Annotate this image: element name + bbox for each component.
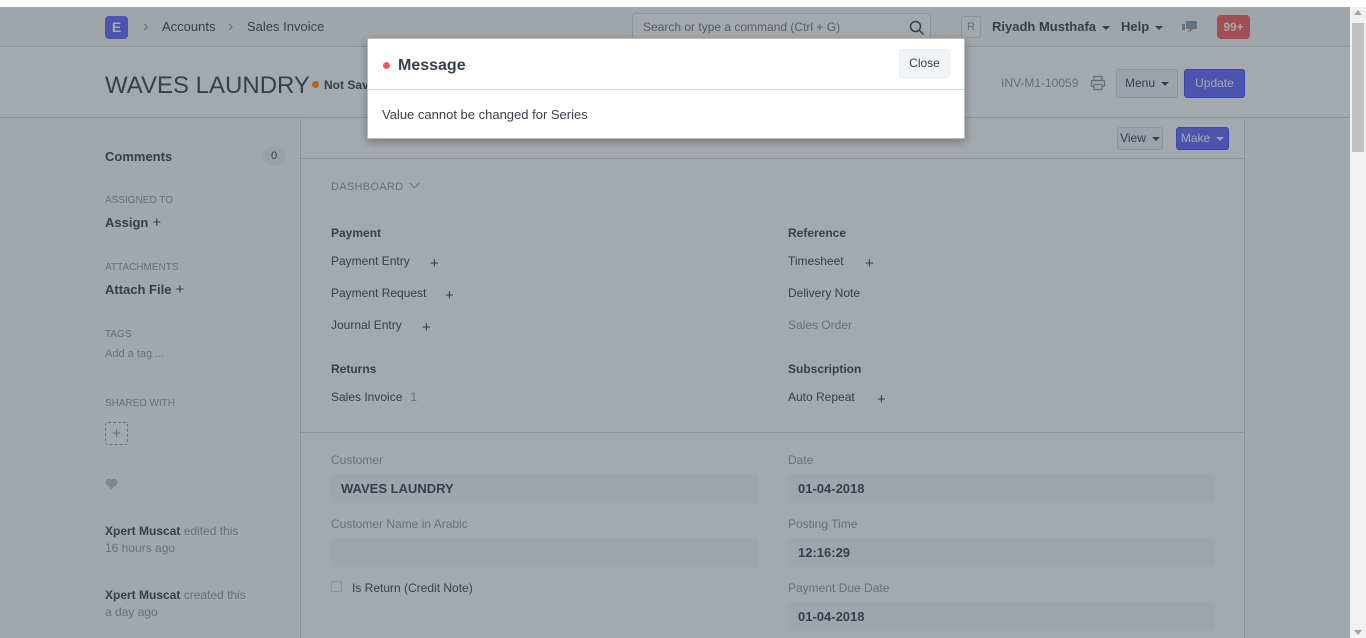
dialog-title: Message — [398, 57, 466, 74]
scroll-up-arrow-icon[interactable] — [1354, 10, 1362, 15]
scroll-thumb[interactable] — [1352, 23, 1364, 152]
page-scrollbar[interactable] — [1350, 7, 1366, 638]
close-button[interactable]: Close — [899, 49, 950, 78]
error-indicator-dot-icon — [383, 62, 390, 69]
dialog-header: Message Close — [368, 39, 964, 90]
message-dialog: Message Close Value cannot be changed fo… — [367, 38, 965, 139]
dialog-message: Value cannot be changed for Series — [382, 107, 588, 122]
top-strip — [0, 0, 1366, 7]
scroll-down-arrow-icon[interactable] — [1354, 630, 1362, 635]
